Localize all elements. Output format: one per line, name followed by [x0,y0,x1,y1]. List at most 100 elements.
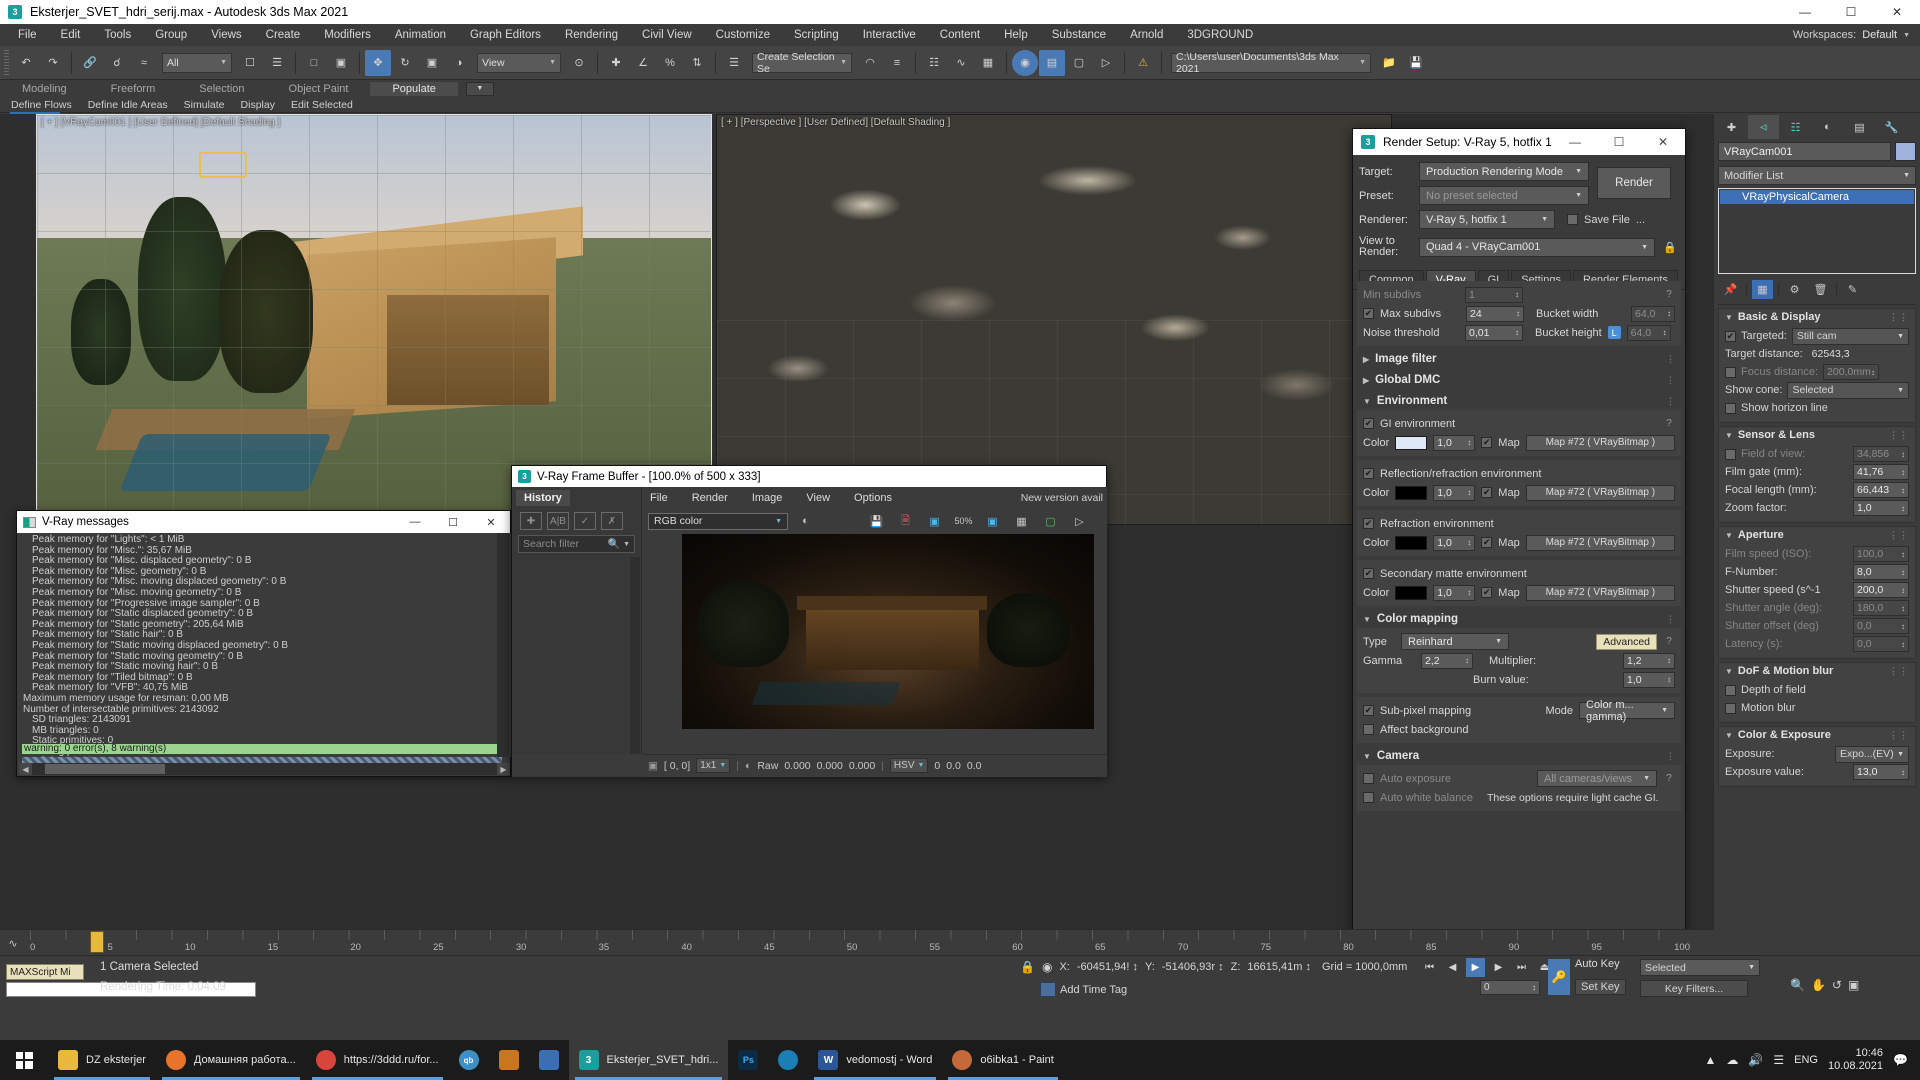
modifier-list-combo[interactable]: Modifier List ▼ [1718,166,1916,185]
menu-item-help[interactable]: Help [992,27,1040,43]
percent-snap-icon[interactable]: % [657,50,683,76]
affect-background-checkbox[interactable] [1363,724,1374,735]
spinner-icon[interactable]: ↕ [1467,538,1471,547]
minimize-button[interactable]: — [396,511,434,533]
set-key-button[interactable]: Set Key [1575,979,1626,995]
vfb-menu-options[interactable]: Options [854,492,892,504]
spinner-icon[interactable]: ↕ [1901,640,1905,649]
help-icon[interactable]: ? [1663,418,1675,430]
menu-item-content[interactable]: Content [928,27,992,43]
spinner-icon[interactable]: ↕ [1667,309,1671,318]
selection-filter-combo[interactable]: Selected ▼ [1640,959,1760,976]
scroll-left-icon[interactable]: ◀ [19,763,32,775]
50-percent-icon[interactable]: 50% [954,513,973,530]
spinner-icon[interactable]: ↕ [1901,550,1905,559]
x-coordinate-field[interactable]: -60451,94! ↕ [1077,961,1138,973]
maximize-button[interactable]: ☐ [1828,0,1874,24]
taskbar-item-qbittorrent[interactable]: qb [449,1040,489,1080]
bind-to-space-warp-icon[interactable]: ≈ [131,50,157,76]
spinner-icon[interactable]: ↕ [1901,604,1905,613]
shutter-offset-field[interactable]: 0,0 ↕ [1853,618,1909,634]
ribbon-tab-modeling[interactable]: Modeling [0,82,89,96]
onedrive-icon[interactable]: ☁ [1726,1053,1738,1067]
taskbar-item-paint[interactable]: o6ibka1 - Paint [942,1040,1063,1080]
taskbar-item-dz-eksterjer[interactable]: DZ eksterjer [48,1040,156,1080]
timeline-ruler[interactable]: 0 5 10 15 20 25 30 35 40 45 50 55 60 65 … [30,930,1690,956]
refraction-color-swatch[interactable] [1395,535,1428,550]
object-color-swatch[interactable] [1895,142,1916,161]
motion-tab[interactable]: ◐ [1812,115,1843,139]
menu-item-file[interactable]: File [6,27,49,43]
workspaces-value[interactable]: Default [1862,29,1897,41]
drag-handle-icon[interactable]: ⋮ [1666,396,1675,407]
vertical-scrollbar[interactable] [497,533,509,757]
spinner-icon[interactable]: ↕ [1515,290,1519,299]
exposure-value-field[interactable]: 13,0 ↕ [1853,764,1909,780]
menu-item-scripting[interactable]: Scripting [782,27,851,43]
ribbon-tab-selection[interactable]: Selection [177,82,266,96]
target-combo[interactable]: Production Rendering Mode ▼ [1419,162,1589,181]
configure-modifier-sets-icon[interactable]: ✎ [1842,280,1863,299]
reflection-map-checkbox[interactable] [1481,487,1493,498]
toolbar-grip[interactable] [4,49,9,76]
section-image-filter[interactable]: ▶ Image filter ⋮ [1357,350,1681,368]
track-bar[interactable]: ∿ 0 5 10 15 20 25 30 35 40 45 50 55 60 6… [0,929,1713,955]
z-coordinate-field[interactable]: 16615,41m ↕ [1247,961,1311,973]
pan-icon[interactable]: ✋ [1811,978,1826,992]
modifier-stack-item[interactable]: VRayPhysicalCamera [1720,190,1914,204]
use-pivot-point-center-icon[interactable]: ⊙ [566,50,592,76]
absolute-relative-toggle-icon[interactable]: ◉ [1042,960,1052,974]
minimize-button[interactable]: — [1782,0,1828,24]
align-icon[interactable]: ≡ [884,50,910,76]
rollout-header[interactable]: ▼ Aperture ⋮⋮ [1719,527,1915,543]
spinner-icon[interactable]: ↕ [1467,488,1471,497]
add-time-tag-row[interactable]: Add Time Tag [1040,982,1127,997]
redo-icon[interactable]: ↷ [40,50,66,76]
spinner-icon[interactable]: ↕ [1532,983,1536,992]
drag-handle-icon[interactable]: ⋮⋮ [1889,730,1909,741]
menu-item-create[interactable]: Create [254,27,313,43]
auto-white-balance-checkbox[interactable] [1363,792,1374,803]
pixel-probe-icon[interactable]: ◐ [745,760,751,772]
rollout-header[interactable]: ▼ Sensor & Lens ⋮⋮ [1719,427,1915,443]
scrollbar-thumb[interactable] [45,764,165,774]
pin-stack-icon[interactable]: 📌 [1720,280,1741,299]
layer-explorer-icon[interactable]: ☷ [921,50,947,76]
taskbar-item-chrome[interactable]: https://3ddd.ru/for... [306,1040,449,1080]
time-slider-handle[interactable] [90,931,104,953]
renderer-combo[interactable]: V-Ray 5, hotfix 1 ▼ [1419,210,1555,229]
spinner-icon[interactable]: ↕ [1516,309,1520,318]
select-and-scale-icon[interactable]: ▣ [419,50,445,76]
window-crossing-icon[interactable]: ▣ [328,50,354,76]
max-subdivs-field[interactable]: 24 ↕ [1466,305,1524,322]
menu-item-views[interactable]: Views [199,27,253,43]
taskbar-item-3dsmax[interactable]: 3 Eksterjer_SVET_hdri... [568,1040,729,1080]
reflection-multiplier-field[interactable]: 1,0 ↕ [1433,484,1476,501]
viewport-icon[interactable]: ▣ [983,513,1002,530]
taskbar-item-storage[interactable] [529,1040,569,1080]
shutter-angle-field[interactable]: 180,0 ↕ [1853,600,1909,616]
close-button[interactable]: ✕ [1874,0,1920,24]
populate-define-idle-areas[interactable]: Define Idle Areas [81,99,175,111]
spinner-icon[interactable]: ↕ [1218,961,1224,973]
modify-tab[interactable]: ⏿ [1748,115,1779,139]
reference-coordinate-system-combo[interactable]: View ▼ [477,52,561,73]
schematic-view-icon[interactable]: ▦ [975,50,1001,76]
snap-toggle-icon[interactable]: ✚ [603,50,629,76]
utilities-tab[interactable]: 🔧 [1876,115,1907,139]
help-icon[interactable]: ? [1663,289,1675,301]
vfb-menu-file[interactable]: File [650,492,668,504]
secondary-matte-map-value[interactable]: Map #72 ( VRayBitmap ) [1525,584,1675,601]
taskbar-item-winrar[interactable] [489,1040,529,1080]
select-and-place-icon[interactable]: ◑ [446,50,472,76]
mirror-icon[interactable]: ◠ [857,50,883,76]
menu-item-tools[interactable]: Tools [92,27,143,43]
auto-key-button[interactable]: Auto Key [1575,958,1620,970]
focus-distance-field[interactable]: 200,0mm ↕ [1823,364,1880,380]
zoom-level-combo[interactable]: 1x1 ▼ [696,758,731,773]
named-selection-set-combo[interactable]: Create Selection Se ▼ [752,51,852,75]
zoom-icon[interactable]: 🔍 [1790,978,1805,992]
show-end-result-icon[interactable]: ▦ [1752,280,1773,299]
zoom-factor-field[interactable]: 1,0 ↕ [1853,500,1909,516]
ribbon-minimize-icon[interactable]: ▼ [465,81,494,96]
